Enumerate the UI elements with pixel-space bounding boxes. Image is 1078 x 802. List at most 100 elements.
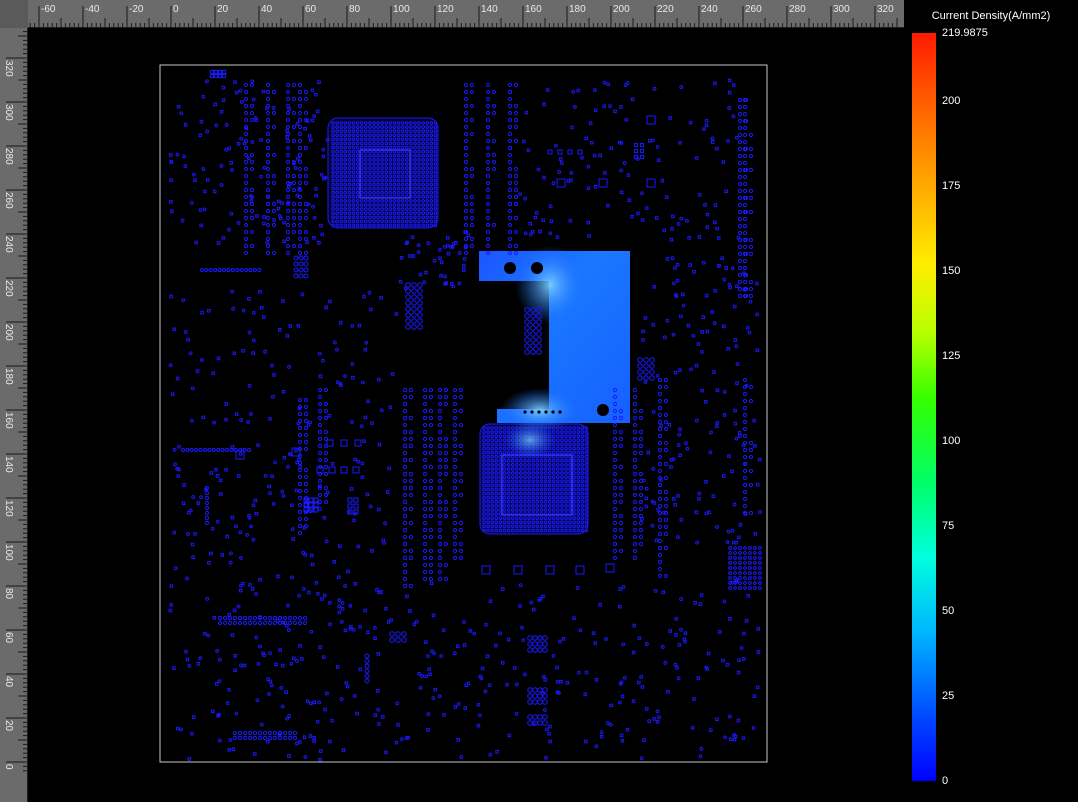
via	[291, 82, 297, 88]
pad	[569, 178, 573, 182]
via	[542, 687, 548, 693]
via	[297, 124, 303, 130]
pad	[303, 146, 308, 150]
pcb-layout-view[interactable]	[28, 28, 904, 802]
pad	[337, 544, 342, 548]
via	[743, 546, 747, 550]
via	[742, 146, 748, 152]
pad	[443, 245, 447, 249]
via	[663, 447, 669, 453]
via	[236, 221, 241, 225]
pad	[662, 228, 667, 233]
pad	[753, 532, 758, 536]
via	[657, 517, 663, 523]
via	[638, 527, 644, 533]
via	[479, 676, 484, 681]
via	[408, 387, 414, 393]
via	[485, 110, 491, 116]
pad	[241, 582, 245, 586]
via	[376, 707, 381, 712]
via	[663, 377, 669, 383]
via	[271, 222, 277, 228]
via	[232, 615, 238, 621]
via	[402, 443, 408, 449]
pad	[312, 736, 316, 740]
pad	[543, 678, 548, 682]
via	[303, 502, 309, 508]
pad	[225, 534, 230, 539]
pad	[715, 388, 720, 393]
pad	[255, 214, 259, 218]
via	[228, 738, 233, 742]
via	[285, 716, 290, 721]
via	[641, 478, 646, 483]
pad	[733, 408, 737, 413]
via	[265, 131, 271, 137]
vertical-ruler[interactable]: 320 300 280 260 240 220 200 180 160 140 120 100 80 60…	[0, 28, 28, 802]
via	[612, 520, 618, 526]
via	[303, 261, 309, 267]
via	[632, 492, 638, 498]
via	[649, 369, 655, 375]
via	[297, 131, 303, 137]
via	[239, 418, 244, 423]
via	[297, 215, 303, 221]
via	[287, 615, 293, 621]
pad	[703, 203, 707, 207]
ruler-corner	[0, 0, 28, 28]
pcb-canvas[interactable]	[28, 28, 904, 802]
via	[217, 268, 222, 272]
pad	[314, 193, 318, 198]
via	[530, 319, 536, 325]
via	[742, 251, 748, 257]
via	[285, 124, 291, 130]
pad	[271, 395, 275, 399]
via	[657, 377, 663, 383]
plane-via	[551, 410, 555, 414]
pad	[625, 727, 630, 732]
via	[523, 196, 528, 201]
pad	[216, 241, 221, 245]
via	[663, 660, 668, 665]
via	[297, 103, 303, 109]
via	[249, 208, 255, 214]
pad	[345, 684, 350, 689]
pad	[236, 604, 241, 609]
via	[303, 404, 309, 410]
via	[402, 485, 408, 491]
pad	[201, 415, 205, 420]
via	[402, 387, 408, 393]
via	[402, 394, 408, 400]
via	[402, 478, 408, 484]
via	[303, 516, 309, 522]
pad	[363, 608, 368, 613]
via	[452, 422, 458, 428]
pad	[242, 141, 247, 146]
via	[172, 530, 177, 535]
via	[422, 443, 428, 449]
via	[735, 362, 740, 367]
pad	[354, 439, 362, 447]
via	[523, 231, 528, 236]
via	[207, 448, 212, 452]
via	[625, 81, 630, 86]
via	[297, 138, 303, 144]
via	[402, 492, 408, 498]
via	[428, 443, 434, 449]
horizontal-ruler[interactable]: -60 -40 -20 0 20 40 60 80 100 120 140 160 180 200 220 2…	[0, 0, 904, 28]
pad	[218, 478, 223, 483]
via	[638, 450, 644, 456]
via	[748, 482, 754, 488]
via	[695, 418, 699, 423]
via	[405, 294, 411, 300]
pad	[209, 69, 215, 75]
via	[463, 152, 469, 158]
plane-via	[558, 410, 562, 414]
pad	[696, 342, 701, 346]
via	[663, 573, 669, 579]
pad	[674, 633, 678, 637]
pad	[195, 369, 200, 373]
via	[183, 330, 188, 334]
pad	[233, 654, 237, 658]
pad	[696, 676, 701, 680]
